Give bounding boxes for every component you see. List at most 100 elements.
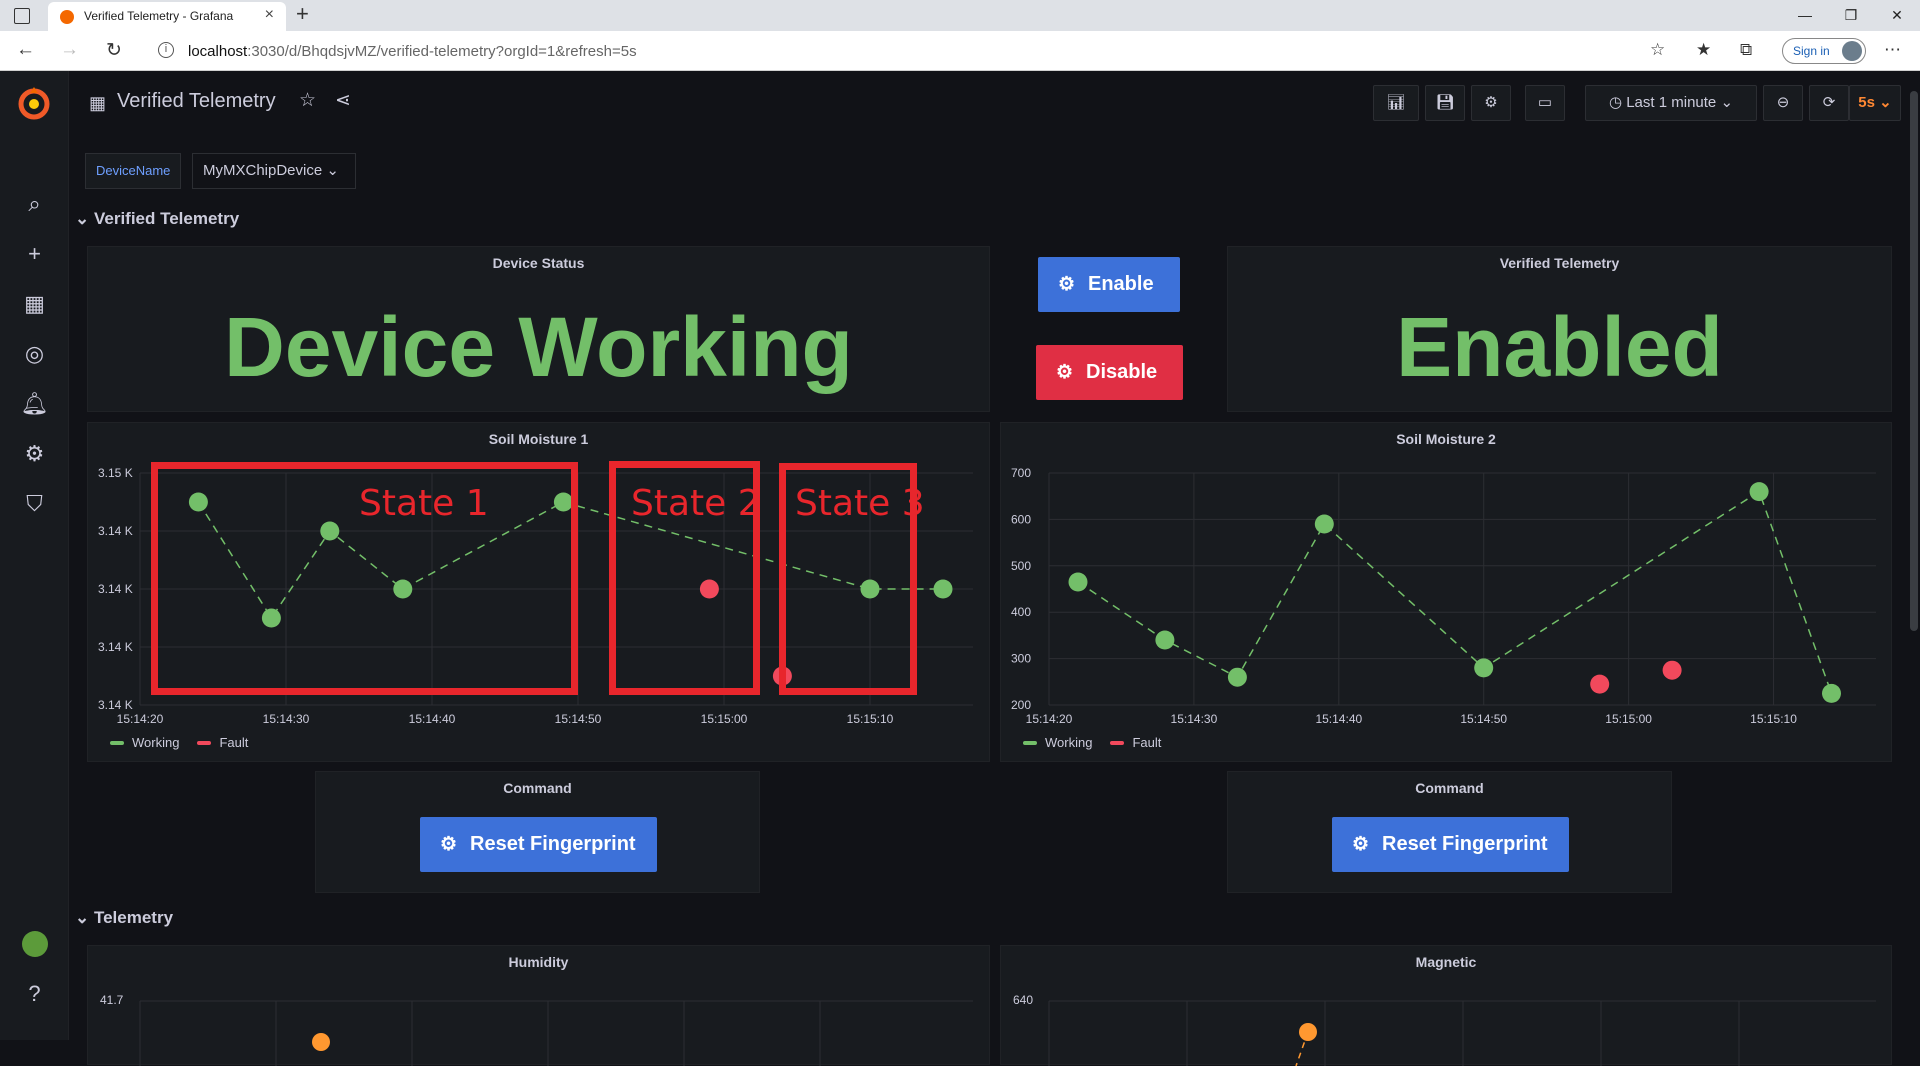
minimize-icon[interactable]: — — [1782, 0, 1828, 31]
legend-label: Fault — [1132, 735, 1162, 750]
data-point-working — [1749, 482, 1769, 502]
more-icon[interactable]: ⋯ — [1884, 40, 1901, 60]
favorites-icon[interactable]: ★ — [1696, 40, 1711, 60]
star-icon[interactable]: ☆ — [299, 89, 316, 112]
user-avatar[interactable] — [22, 931, 48, 957]
alerting-icon[interactable]: 🔔︎ — [0, 391, 69, 417]
side-menu: ⌕ + ▦ ◎ 🔔︎ ⚙ ⛉ ? — [0, 71, 69, 1040]
tab-close-icon[interactable]: × — [265, 6, 274, 24]
url-field[interactable]: i localhost:3030/d/BhqdsjvMZ/verified-te… — [142, 36, 1682, 66]
new-tab-icon[interactable]: + — [296, 1, 309, 27]
reset-fingerprint-button[interactable]: ⚙ Reset Fingerprint — [1332, 817, 1569, 872]
dashboards-icon[interactable]: ▦ — [0, 291, 69, 317]
tab-actions-icon[interactable] — [14, 8, 30, 24]
search-icon[interactable]: ⌕ — [0, 191, 69, 217]
legend-item-working[interactable]: Working — [110, 735, 179, 750]
legend-label: Working — [132, 735, 180, 750]
gear-icon: ⚙ — [1352, 834, 1370, 855]
y-tick-label: 3.15 K — [98, 466, 133, 480]
legend-item-fault[interactable]: Fault — [1110, 735, 1161, 750]
forward-icon[interactable]: → — [60, 39, 79, 61]
x-tick-label: 15:14:20 — [117, 712, 164, 726]
row-verified-telemetry[interactable]: ⌄ Verified Telemetry — [75, 209, 239, 229]
dashboard: ▦ Verified Telemetry ☆ ⋖ 📊︎ 💾︎ ⚙ ▭ ◷ Las… — [69, 71, 1920, 1066]
verified-telemetry-value: Enabled — [1396, 300, 1723, 394]
legend-swatch — [197, 740, 212, 745]
add-favorite-icon[interactable]: ☆ — [1650, 40, 1665, 60]
dashboard-title[interactable]: Verified Telemetry — [117, 90, 276, 113]
y-tick-label: 600 — [1011, 512, 1031, 526]
panel-title: Verified Telemetry — [1499, 255, 1620, 271]
dashboard-settings-button[interactable]: ⚙ — [1471, 85, 1511, 121]
sign-in-button[interactable]: Sign in — [1782, 38, 1866, 64]
dashboard-grid-icon: ▦ — [89, 93, 107, 113]
device-status-value: Device Working — [224, 300, 853, 394]
time-picker-button[interactable]: ◷ Last 1 minute ⌄ — [1585, 85, 1757, 121]
legend-item-working[interactable]: Working — [1023, 735, 1092, 750]
refresh-interval-button[interactable]: 5s ⌄ — [1849, 85, 1901, 121]
data-point-working — [1314, 514, 1334, 534]
enable-label: Enable — [1088, 273, 1154, 295]
device-name-select[interactable]: MyMXChipDevice ⌄ — [192, 153, 356, 189]
verified-telemetry-panel: Verified Telemetry Enabled — [1227, 246, 1892, 412]
sign-in-label: Sign in — [1793, 44, 1830, 58]
soil-moisture-2-chart[interactable]: 700 600 500 400 300 20015:14:20 15:14:30 15:14:… — [1001, 423, 1893, 763]
create-icon[interactable]: + — [0, 241, 69, 267]
reset-fingerprint-button[interactable]: ⚙ Reset Fingerprint — [420, 817, 657, 872]
explore-icon[interactable]: ◎ — [0, 341, 69, 367]
window-controls: — ❐ ✕ — [1782, 0, 1920, 31]
device-status-panel: Device Status Device Working — [87, 246, 990, 412]
gear-icon: ⚙ — [1058, 274, 1076, 295]
magnetic-chart[interactable] — [1001, 946, 1893, 1066]
row-telemetry[interactable]: ⌄ Telemetry — [75, 908, 173, 928]
browser-tab[interactable]: Verified Telemetry - Grafana × — [48, 2, 286, 31]
y-tick-label: 200 — [1011, 698, 1031, 712]
vertical-scrollbar[interactable] — [1910, 91, 1918, 631]
legend-item-fault[interactable]: Fault — [197, 735, 248, 750]
command-panel-right: Command ⚙ Reset Fingerprint — [1227, 771, 1672, 893]
command-panel-left: Command ⚙ Reset Fingerprint — [315, 771, 760, 893]
zoom-out-button[interactable]: ⊖ — [1763, 85, 1803, 121]
share-icon[interactable]: ⋖ — [335, 89, 351, 112]
collections-icon[interactable]: ⧉ — [1740, 40, 1752, 60]
x-tick-label: 15:14:40 — [409, 712, 456, 726]
data-point — [1299, 1023, 1317, 1041]
reload-icon[interactable]: ↻ — [106, 39, 122, 62]
cycle-view-mode-button[interactable]: ▭ — [1525, 85, 1565, 121]
legend-label: Fault — [219, 735, 249, 750]
series-line-working — [1077, 490, 1833, 694]
reset-fingerprint-label: Reset Fingerprint — [470, 833, 636, 855]
disable-button[interactable]: ⚙ Disable — [1036, 345, 1183, 400]
state-1-label: State 1 — [359, 483, 489, 524]
help-icon[interactable]: ? — [0, 981, 69, 1007]
refresh-interval-label: 5s — [1858, 94, 1875, 111]
data-point-working — [1155, 630, 1175, 650]
refresh-button[interactable]: ⟳ — [1809, 85, 1849, 121]
maximize-icon[interactable]: ❐ — [1828, 0, 1874, 31]
humidity-panel: Humidity 41.7 — [87, 945, 991, 1066]
configuration-icon[interactable]: ⚙ — [0, 441, 69, 467]
y-tick-label: 300 — [1011, 652, 1031, 666]
x-tick-label: 15:14:50 — [1460, 712, 1507, 726]
save-dashboard-button[interactable]: 💾︎ — [1425, 85, 1465, 121]
server-admin-icon[interactable]: ⛉ — [0, 491, 69, 517]
legend-swatch — [110, 740, 124, 745]
site-info-icon[interactable]: i — [158, 42, 174, 58]
close-window-icon[interactable]: ✕ — [1874, 0, 1920, 31]
chart-legend: Working Fault — [110, 735, 248, 750]
humidity-chart[interactable] — [88, 946, 991, 1066]
grafana-favicon-icon — [60, 10, 74, 24]
grafana-logo-icon[interactable] — [16, 85, 52, 121]
legend-label: Working — [1045, 735, 1093, 750]
y-tick-label: 400 — [1011, 605, 1031, 619]
panel-title: Command — [1415, 780, 1484, 796]
add-panel-button[interactable]: 📊︎ — [1373, 85, 1419, 121]
row-title: Telemetry — [93, 908, 174, 927]
y-tick-label: 3.14 K — [98, 582, 133, 596]
x-tick-label: 15:15:00 — [701, 712, 748, 726]
data-point-working — [1227, 667, 1247, 687]
enable-button[interactable]: ⚙ Enable — [1038, 257, 1180, 312]
back-icon[interactable]: ← — [16, 39, 35, 61]
panel-title: Command — [503, 780, 572, 796]
data-point-working — [1474, 658, 1494, 678]
